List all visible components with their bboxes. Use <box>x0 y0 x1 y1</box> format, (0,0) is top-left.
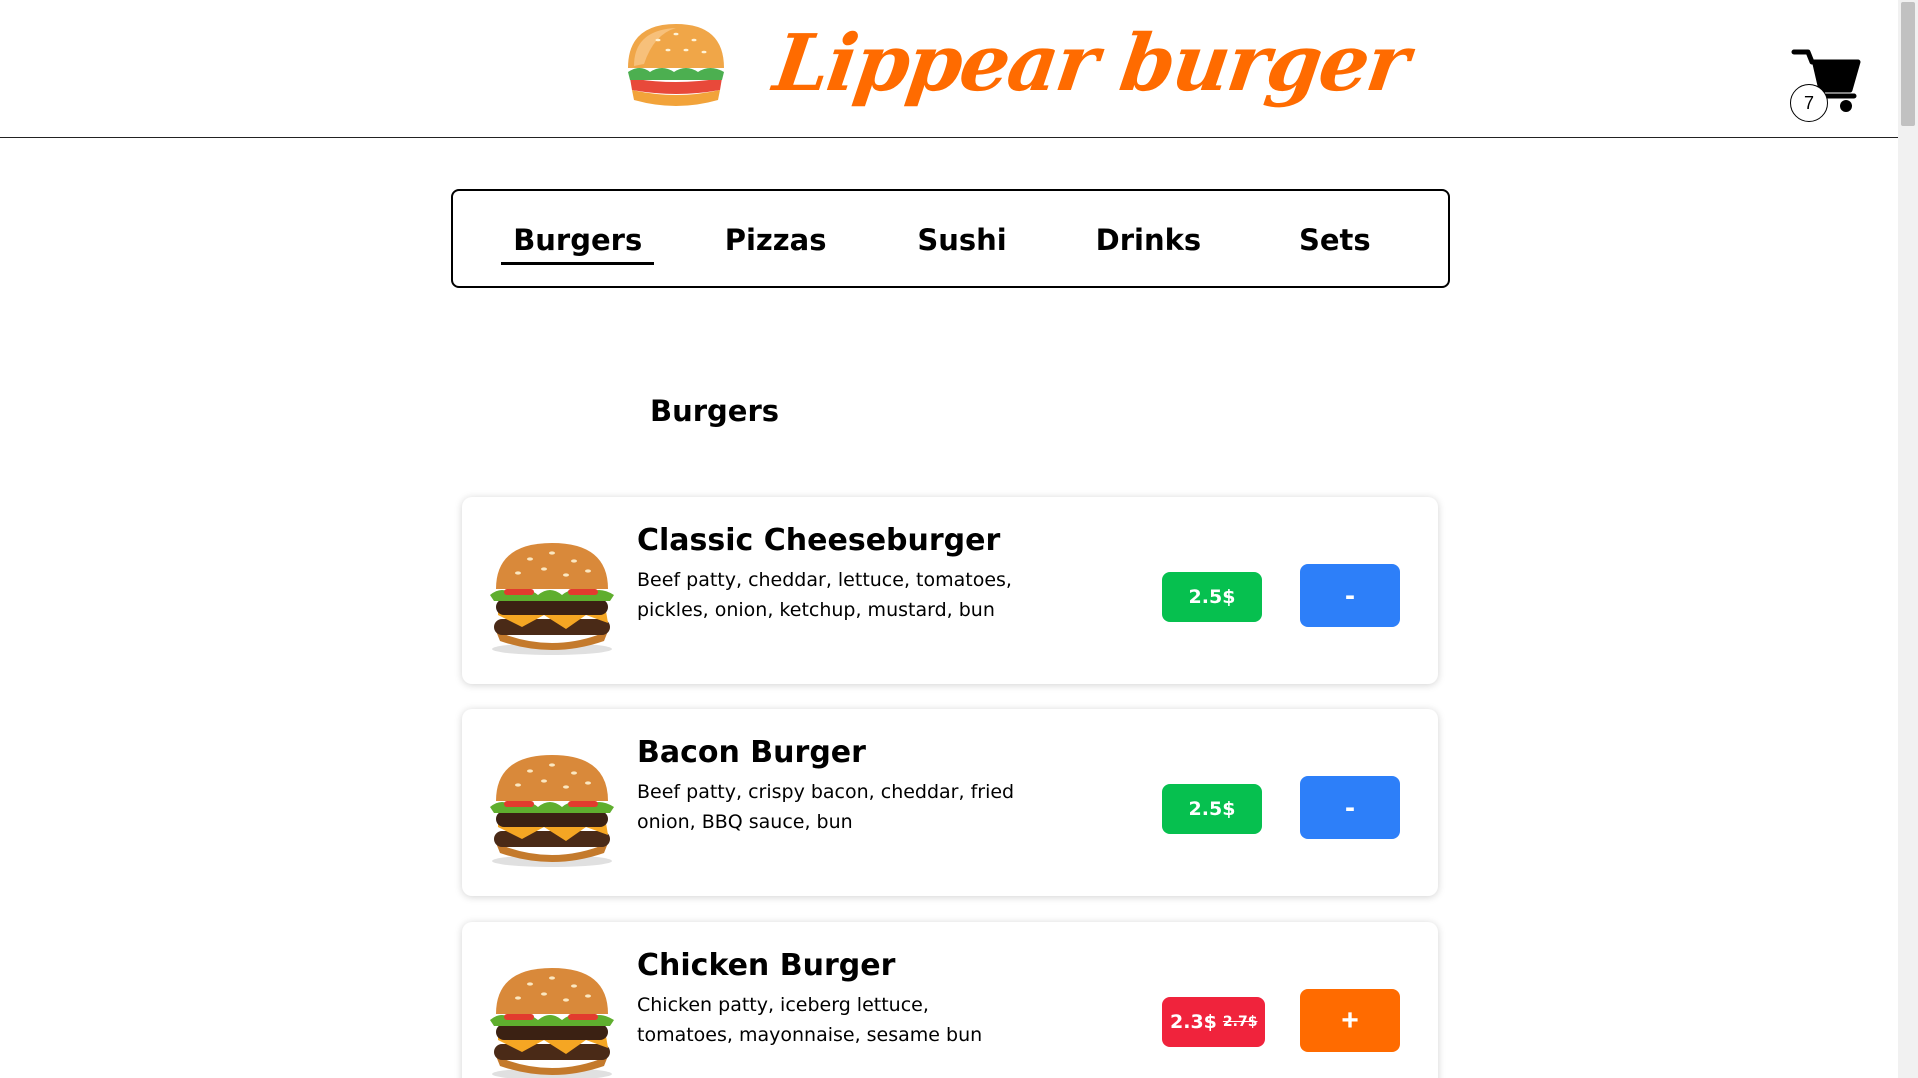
tab-sushi[interactable]: Sushi <box>897 213 1027 265</box>
price-badge: 2.5$ <box>1162 572 1262 622</box>
scrollbar-thumb[interactable] <box>1901 2 1915 126</box>
remove-from-cart-button[interactable]: - <box>1300 776 1400 839</box>
tab-pizzas[interactable]: Pizzas <box>711 213 841 265</box>
remove-from-cart-button[interactable]: - <box>1300 564 1400 627</box>
product-name: Bacon Burger <box>637 735 866 770</box>
product-name: Chicken Burger <box>637 948 896 983</box>
price-badge: 2.3$ 2.7$ <box>1162 997 1266 1047</box>
price-value: 2.5$ <box>1188 798 1236 820</box>
category-tabs: Burgers Pizzas Sushi Drinks Sets <box>451 189 1450 288</box>
product-name: Classic Cheeseburger <box>637 523 1001 558</box>
product-card: Chicken Burger Chicken patty, iceberg le… <box>462 922 1438 1078</box>
product-description: Chicken patty, iceberg lettuce, tomatoes… <box>637 994 983 1046</box>
burger-image <box>482 749 622 869</box>
price-badge: 2.5$ <box>1162 784 1262 834</box>
burger-logo-icon <box>628 24 724 106</box>
product-description: Beef patty, crispy bacon, cheddar, fried… <box>637 781 1015 833</box>
add-to-cart-button[interactable]: + <box>1300 989 1400 1052</box>
brand-title[interactable]: Lippear burger <box>769 18 1413 109</box>
product-description: Beef patty, cheddar, lettuce, tomatoes, … <box>637 569 1012 621</box>
product-card: Classic Cheeseburger Beef patty, cheddar… <box>462 497 1438 684</box>
site-header: Lippear burger 7 <box>0 0 1898 138</box>
tab-sets[interactable]: Sets <box>1270 213 1400 265</box>
cart-count-badge[interactable]: 7 <box>1790 84 1828 122</box>
price-value: 2.3$ <box>1170 1011 1217 1033</box>
tab-drinks[interactable]: Drinks <box>1083 213 1213 265</box>
section-title: Burgers <box>650 394 780 428</box>
tab-burgers[interactable]: Burgers <box>501 213 655 265</box>
burger-image <box>482 962 622 1078</box>
price-value: 2.5$ <box>1188 586 1236 608</box>
burger-image <box>482 537 622 657</box>
product-card: Bacon Burger Beef patty, crispy bacon, c… <box>462 709 1438 896</box>
page-scrollbar[interactable] <box>1898 0 1918 1078</box>
old-price-value: 2.7$ <box>1222 1014 1258 1030</box>
